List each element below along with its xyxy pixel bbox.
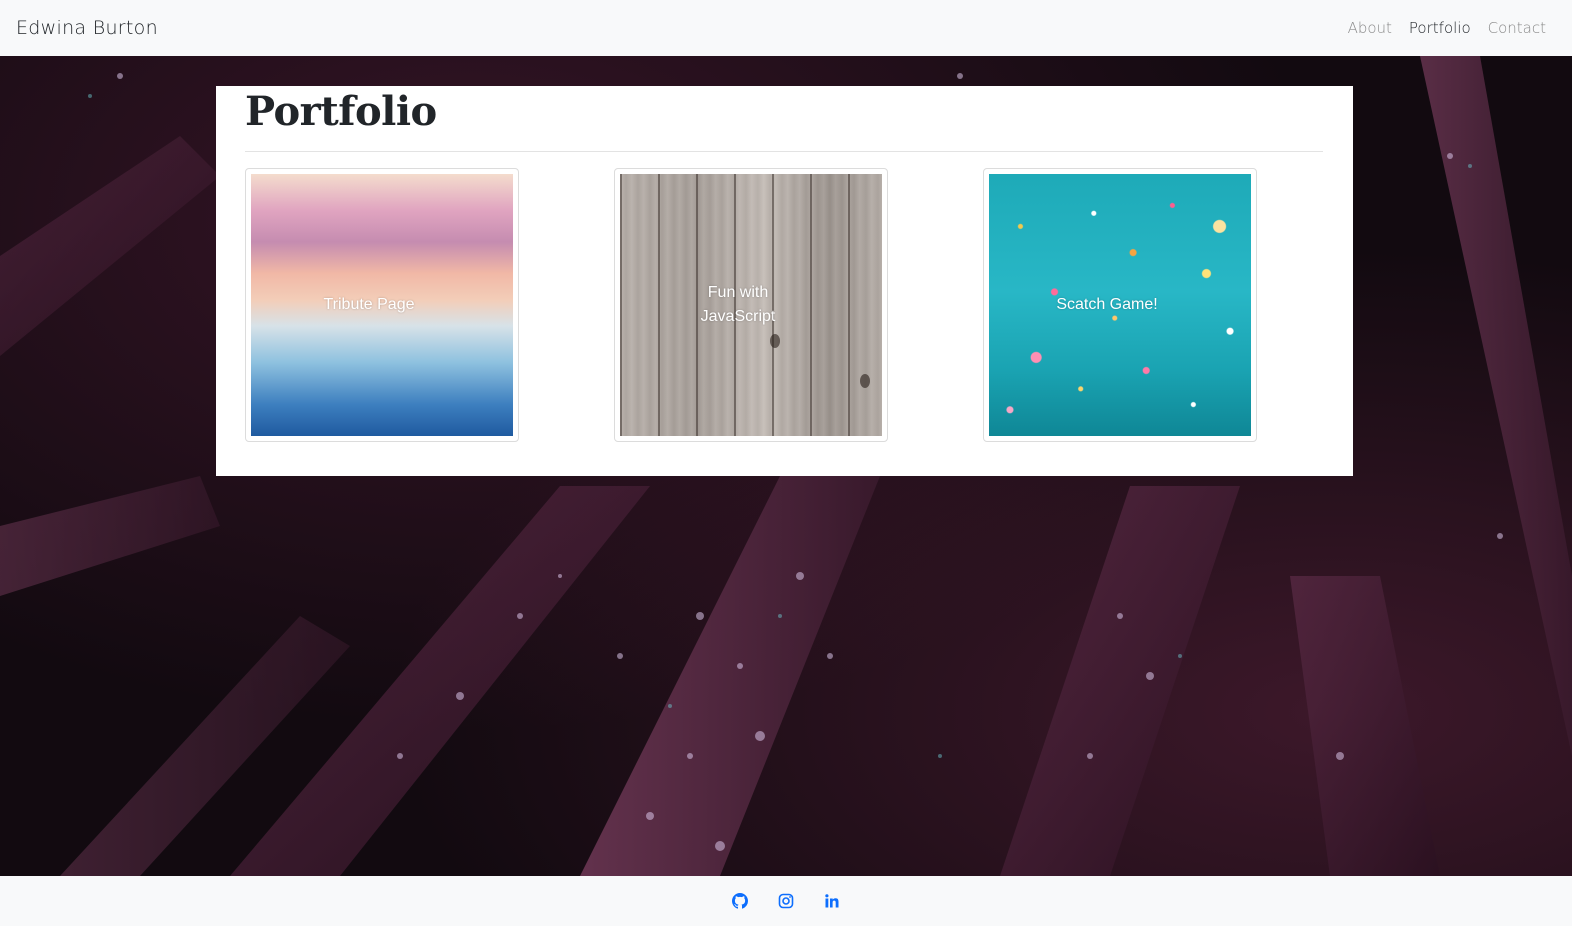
nav-links: About Portfolio Contact xyxy=(1348,19,1546,37)
project-thumbnail-wood: Fun with JavaScript xyxy=(620,174,882,436)
portfolio-panel: Portfolio Tribute Page Fun with JavaScri… xyxy=(216,86,1353,476)
linkedin-icon xyxy=(825,894,839,908)
nav-link-portfolio[interactable]: Portfolio xyxy=(1409,19,1471,37)
page-title: Portfolio xyxy=(245,88,437,135)
project-card-scatch-game[interactable]: Scatch Game! xyxy=(983,168,1257,442)
project-grid: Tribute Page Fun with JavaScript Scatch … xyxy=(245,152,1324,442)
nav-link-about[interactable]: About xyxy=(1348,19,1392,37)
project-label: Scatch Game! xyxy=(1056,296,1158,313)
hero-background: Portfolio Tribute Page Fun with JavaScri… xyxy=(0,56,1572,876)
github-link[interactable] xyxy=(731,892,749,910)
project-card-fun-with-javascript[interactable]: Fun with JavaScript xyxy=(614,168,888,442)
footer xyxy=(0,876,1572,926)
navbar: Edwina Burton About Portfolio Contact xyxy=(0,0,1572,56)
project-label: Fun with JavaScript xyxy=(700,284,776,325)
project-thumbnail-sunset: Tribute Page xyxy=(251,174,513,436)
project-card-tribute-page[interactable]: Tribute Page xyxy=(245,168,519,442)
wood-knot xyxy=(770,334,780,348)
wood-knot xyxy=(860,374,870,388)
github-icon xyxy=(732,893,748,909)
instagram-link[interactable] xyxy=(777,892,795,910)
project-thumbnail-confetti: Scatch Game! xyxy=(989,174,1251,436)
project-label: Tribute Page xyxy=(323,296,415,313)
nav-link-contact[interactable]: Contact xyxy=(1488,19,1546,37)
brand-link[interactable]: Edwina Burton xyxy=(16,17,158,39)
linkedin-link[interactable] xyxy=(823,892,841,910)
instagram-icon xyxy=(778,893,794,909)
